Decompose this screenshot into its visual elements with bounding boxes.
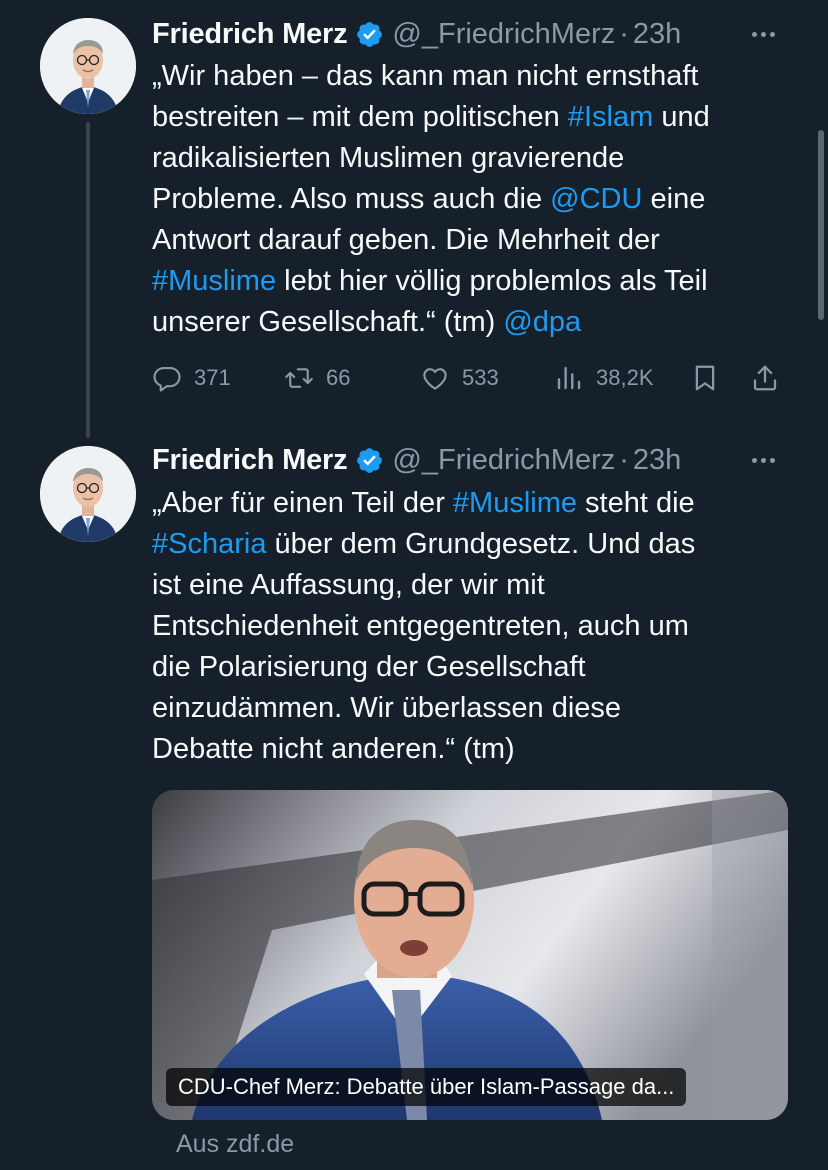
tweet-text-line: unserer Gesellschaft.“ (tm) @dpa — [152, 302, 802, 343]
reply-icon — [153, 366, 181, 392]
tweet-text-segment: unserer Gesellschaft.“ (tm) — [152, 306, 504, 338]
more-options-icon[interactable] — [752, 14, 779, 54]
mention-link[interactable]: @CDU — [550, 183, 642, 215]
tweet-text-segment: die Polarisierung der Gesellschaft — [152, 651, 586, 683]
tweet-timestamp[interactable]: 23h — [633, 18, 681, 51]
tweet-text: „Wir haben – das kann man nicht ernsthaf… — [152, 56, 802, 343]
tweet-text-segment: ist eine Auffassung, der wir mit — [152, 569, 545, 601]
tweet-text-segment: lebt hier völlig problemlos als Teil — [276, 265, 708, 297]
tweet-timestamp[interactable]: 23h — [633, 444, 681, 477]
tweet-text-line: die Polarisierung der Gesellschaft — [152, 647, 802, 688]
author-name[interactable]: Friedrich Merz — [152, 444, 348, 477]
tweet-text-segment: eine — [642, 183, 706, 215]
tweet-text-segment: über dem Grundgesetz. Und das — [266, 528, 696, 560]
tweet-text-line: #Scharia über dem Grundgesetz. Und das — [152, 524, 802, 565]
like-button[interactable]: 533 — [420, 356, 499, 400]
tweet-text-line: „Wir haben – das kann man nicht ernsthaf… — [152, 56, 802, 97]
tweet-text-line: einzudämmen. Wir überlassen diese — [152, 688, 802, 729]
tweet-text-segment: radikalisierten Muslimen gravierende — [152, 142, 625, 174]
tweet-text-line: #Muslime lebt hier völlig problemlos als… — [152, 261, 802, 302]
separator-dot: · — [619, 17, 629, 50]
hashtag-link[interactable]: #Muslime — [453, 487, 577, 519]
scrollbar[interactable] — [818, 130, 824, 320]
like-icon — [423, 368, 447, 390]
tweet-text-segment: „Wir haben – das kann man nicht ernsthaf… — [152, 60, 699, 92]
tweet-text-line: Probleme. Also muss auch die @CDU eine — [152, 179, 802, 220]
share-icon — [753, 365, 777, 391]
hashtag-link[interactable]: #Islam — [568, 101, 653, 133]
author-handle[interactable]: @_FriedrichMerz — [392, 444, 615, 477]
bookmark-icon — [695, 365, 715, 391]
tweet-text-segment: Antwort darauf geben. Die Mehrheit der — [152, 224, 660, 256]
tweet-text-line: Antwort darauf geben. Die Mehrheit der — [152, 220, 802, 261]
tweet-text-segment: Entschiedenheit entgegentreten, auch um — [152, 610, 689, 642]
tweet-text: „Aber für einen Teil der #Muslime steht … — [152, 483, 802, 770]
author-name[interactable]: Friedrich Merz — [152, 18, 348, 51]
tweet-text-line: bestreiten – mit dem politischen #Islam … — [152, 97, 802, 138]
author-avatar[interactable] — [40, 18, 136, 114]
tweet-actions: 371 66 533 38,2K — [152, 356, 792, 400]
separator-dot: · — [619, 443, 629, 476]
verified-badge-icon[interactable] — [355, 446, 384, 475]
repost-icon — [285, 368, 313, 388]
more-options-icon[interactable] — [752, 440, 779, 480]
mention-link[interactable]: @dpa — [503, 306, 581, 338]
tweet-text-line: ist eine Auffassung, der wir mit — [152, 565, 802, 606]
tweet-text-line: radikalisierten Muslimen gravierende — [152, 138, 802, 179]
author-avatar[interactable] — [40, 446, 136, 542]
repost-count: 66 — [326, 365, 351, 390]
hashtag-link[interactable]: #Muslime — [152, 265, 276, 297]
tweet-text-segment: bestreiten – mit dem politischen — [152, 101, 568, 133]
tweet-text-segment: einzudämmen. Wir überlassen diese — [152, 692, 622, 724]
tweet-text-segment: und — [653, 101, 710, 133]
repost-button[interactable]: 66 — [284, 356, 350, 400]
reply-count: 371 — [194, 365, 231, 390]
tweet-text-line: „Aber für einen Teil der #Muslime steht … — [152, 483, 802, 524]
views-icon — [557, 366, 581, 390]
views-button[interactable]: 38,2K — [554, 356, 654, 400]
link-preview-card[interactable]: CDU-Chef Merz: Debatte über Islam-Passag… — [152, 790, 788, 1120]
hashtag-link[interactable]: #Scharia — [152, 528, 266, 560]
link-card-title[interactable]: CDU-Chef Merz: Debatte über Islam-Passag… — [166, 1068, 687, 1106]
tweet-text-segment: Probleme. Also muss auch die — [152, 183, 551, 215]
author-handle[interactable]: @_FriedrichMerz — [392, 18, 615, 51]
tweet-header: Friedrich Merz @_FriedrichMerz · 23h — [152, 14, 681, 54]
tweet-text-segment: Debatte nicht anderen.“ (tm) — [152, 733, 515, 765]
verified-badge-icon[interactable] — [355, 20, 384, 49]
views-count: 38,2K — [596, 365, 654, 390]
tweet-text-line: Entschiedenheit entgegentreten, auch um — [152, 606, 802, 647]
tweet-text-line: Debatte nicht anderen.“ (tm) — [152, 729, 802, 770]
reply-button[interactable]: 371 — [152, 356, 231, 400]
tweet-header: Friedrich Merz @_FriedrichMerz · 23h — [152, 440, 681, 480]
like-count: 533 — [462, 365, 499, 390]
tweet-text-segment: steht die — [577, 487, 695, 519]
share-button[interactable] — [750, 356, 780, 400]
bookmark-button[interactable] — [690, 356, 720, 400]
link-card-source[interactable]: Aus zdf.de — [176, 1130, 294, 1159]
tweet-text-segment: „Aber für einen Teil der — [152, 487, 453, 519]
thread-connector-line — [86, 122, 90, 438]
